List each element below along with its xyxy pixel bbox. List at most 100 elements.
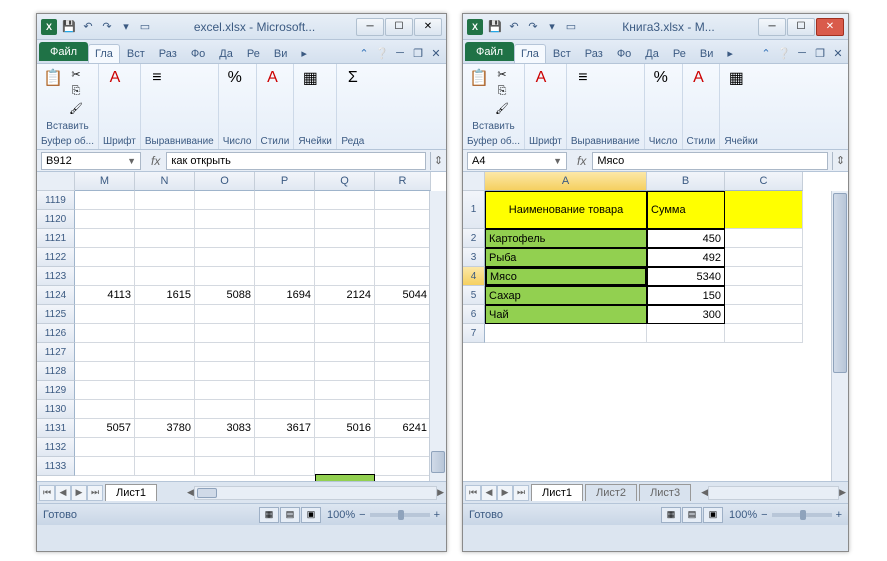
copy-icon[interactable]: ⎘: [493, 83, 511, 99]
zoom-in-icon[interactable]: +: [836, 509, 842, 521]
zoom-out-icon[interactable]: −: [359, 509, 365, 521]
row-header[interactable]: 1121: [37, 229, 75, 248]
row-header[interactable]: 1132: [37, 438, 75, 457]
format-painter-icon[interactable]: 🖌: [493, 100, 511, 116]
col-header[interactable]: B: [647, 172, 725, 191]
row-header[interactable]: 1125: [37, 305, 75, 324]
sheet-last-icon[interactable]: ⏭: [87, 485, 103, 501]
sheet-first-icon[interactable]: ⏮: [39, 485, 55, 501]
cell[interactable]: 4113: [75, 286, 135, 305]
row-header[interactable]: 4: [463, 267, 485, 286]
minimize-button[interactable]: ─: [758, 18, 786, 36]
doc-minimize-icon[interactable]: ─: [392, 45, 408, 61]
cell[interactable]: 5340: [647, 267, 725, 286]
minimize-button[interactable]: ─: [356, 18, 384, 36]
view-break-icon[interactable]: ▣: [703, 507, 723, 523]
doc-restore-icon[interactable]: ❐: [410, 45, 426, 61]
copy-icon[interactable]: ⎘: [67, 83, 85, 99]
col-header[interactable]: R: [375, 172, 431, 191]
tab-layout[interactable]: Раз: [578, 44, 610, 63]
sheet-first-icon[interactable]: ⏮: [465, 485, 481, 501]
maximize-button[interactable]: ☐: [385, 18, 413, 36]
save-icon[interactable]: 💾: [487, 19, 503, 35]
cell[interactable]: 300: [647, 305, 725, 324]
cells-icon[interactable]: ▦: [724, 66, 748, 90]
cell[interactable]: 5057: [75, 419, 135, 438]
paste-icon[interactable]: 📋: [467, 66, 491, 90]
formula-expand-icon[interactable]: ⇕: [430, 152, 446, 170]
cell[interactable]: Чай: [485, 305, 647, 324]
zoom-control[interactable]: 100% − +: [327, 509, 440, 521]
formula-input[interactable]: Мясо: [592, 152, 828, 170]
redo-icon[interactable]: ↷: [99, 19, 115, 35]
row-header[interactable]: 1124: [37, 286, 75, 305]
zoom-slider[interactable]: [772, 513, 832, 517]
cell-selected[interactable]: Мясо: [485, 267, 647, 286]
doc-close-icon[interactable]: ✕: [428, 45, 444, 61]
tab-file[interactable]: Файл: [39, 42, 88, 61]
row-header[interactable]: 1133: [37, 457, 75, 476]
cell[interactable]: 1694: [255, 286, 315, 305]
tab-formulas[interactable]: Фо: [184, 44, 212, 63]
tab-review[interactable]: Ре: [240, 44, 267, 63]
cell[interactable]: 3083: [195, 419, 255, 438]
tab-insert[interactable]: Вст: [120, 44, 152, 63]
tab-formulas[interactable]: Фо: [610, 44, 638, 63]
ribbon-minimize-icon[interactable]: ⌃: [758, 45, 774, 61]
doc-minimize-icon[interactable]: ─: [794, 45, 810, 61]
view-layout-icon[interactable]: ▤: [280, 507, 300, 523]
tab-review[interactable]: Ре: [666, 44, 693, 63]
qat-dropdown-icon[interactable]: ▾: [118, 19, 134, 35]
cell[interactable]: 5088: [195, 286, 255, 305]
undo-icon[interactable]: ↶: [80, 19, 96, 35]
cells-icon[interactable]: ▦: [298, 66, 322, 90]
tab-home[interactable]: Гла: [514, 44, 546, 63]
percent-icon[interactable]: %: [649, 66, 673, 90]
col-header[interactable]: P: [255, 172, 315, 191]
select-all-corner[interactable]: [37, 172, 75, 191]
col-header[interactable]: M: [75, 172, 135, 191]
formula-expand-icon[interactable]: ⇕: [832, 152, 848, 170]
row-header[interactable]: 7: [463, 324, 485, 343]
row-header[interactable]: 1120: [37, 210, 75, 229]
row-header[interactable]: 1119: [37, 191, 75, 210]
cells-area[interactable]: 411316155088169421245044 505737803083361…: [75, 191, 431, 476]
cell[interactable]: [725, 191, 803, 229]
tab-more[interactable]: ▸: [720, 43, 740, 63]
row-header[interactable]: 1130: [37, 400, 75, 419]
redo-icon[interactable]: ↷: [525, 19, 541, 35]
styles-icon[interactable]: A: [687, 66, 711, 90]
close-button[interactable]: ✕: [414, 18, 442, 36]
doc-restore-icon[interactable]: ❐: [812, 45, 828, 61]
format-painter-icon[interactable]: 🖌: [67, 100, 85, 116]
cell[interactable]: 150: [647, 286, 725, 305]
sheet-prev-icon[interactable]: ◀: [481, 485, 497, 501]
align-icon[interactable]: ≡: [571, 66, 595, 90]
row-header[interactable]: 1122: [37, 248, 75, 267]
save-icon[interactable]: 💾: [61, 19, 77, 35]
qat-new-icon[interactable]: ▭: [137, 19, 153, 35]
name-box-dropdown-icon[interactable]: ▼: [127, 156, 136, 166]
name-box[interactable]: B912▼: [41, 152, 141, 170]
sheet-tab[interactable]: Лист1: [531, 484, 583, 501]
row-header[interactable]: 1126: [37, 324, 75, 343]
hscroll-left-icon[interactable]: ◀: [187, 487, 194, 498]
hscroll-left-icon[interactable]: ◀: [701, 487, 708, 498]
view-break-icon[interactable]: ▣: [301, 507, 321, 523]
col-header[interactable]: A: [485, 172, 647, 191]
styles-icon[interactable]: A: [261, 66, 285, 90]
qat-new-icon[interactable]: ▭: [563, 19, 579, 35]
zoom-out-icon[interactable]: −: [761, 509, 767, 521]
font-icon[interactable]: A: [103, 66, 127, 90]
view-normal-icon[interactable]: ▦: [661, 507, 681, 523]
col-header[interactable]: Q: [315, 172, 375, 191]
ribbon-minimize-icon[interactable]: ⌃: [356, 45, 372, 61]
name-box[interactable]: A4▼: [467, 152, 567, 170]
cell[interactable]: 5044: [375, 286, 431, 305]
name-box-dropdown-icon[interactable]: ▼: [553, 156, 562, 166]
vertical-scrollbar[interactable]: [831, 191, 848, 481]
tab-data[interactable]: Да: [638, 44, 666, 63]
cell-header[interactable]: Сумма: [647, 191, 725, 229]
cells-area[interactable]: Наименование товара Сумма Картофель450 Р…: [485, 191, 803, 343]
fx-icon[interactable]: fx: [571, 154, 592, 168]
